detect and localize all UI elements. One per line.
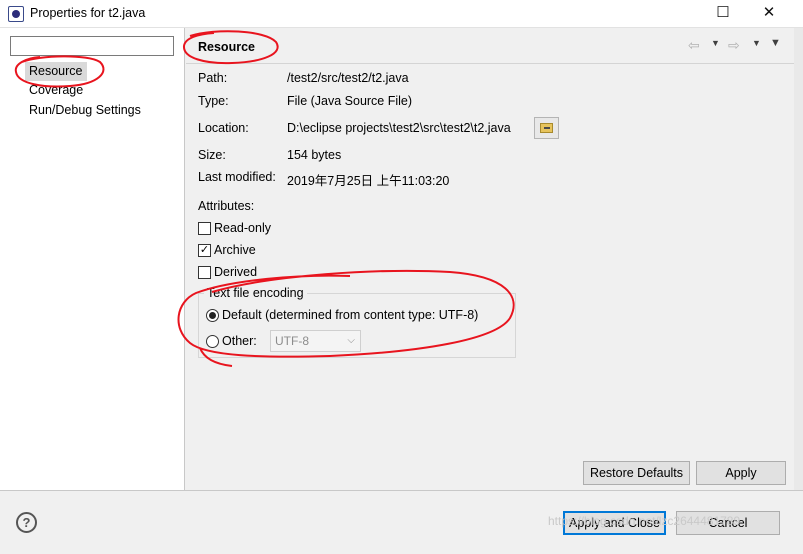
apply-button[interactable]: Apply [696,461,786,485]
read-only-checkbox[interactable] [198,222,211,235]
chevron-down-icon: ⌵ [347,335,355,346]
close-button[interactable]: ✕ [746,0,792,28]
forward-history-dropdown-icon[interactable]: ▼ [752,38,761,48]
location-label: Location: [198,121,249,135]
other-encoding-label[interactable]: Other: [222,334,257,348]
other-encoding-radio[interactable] [206,335,219,348]
read-only-label[interactable]: Read-only [214,221,271,235]
page-header: Resource ⇦ ▼ ⇨ ▼ ▼ [186,28,794,64]
type-label: Type: [198,94,229,108]
restore-defaults-button[interactable]: Restore Defaults [583,461,690,485]
page-title: Resource [198,40,255,54]
back-history-dropdown-icon[interactable]: ▼ [711,38,720,48]
tree-item-resource[interactable]: Resource [25,62,87,81]
location-value: D:\eclipse projects\test2\src\test2\t2.j… [287,121,511,135]
preference-tree-panel: Resource Coverage Run/Debug Settings [0,28,185,490]
encoding-select[interactable]: UTF-8 ⌵ [270,330,361,352]
open-folder-icon [540,123,553,133]
title-bar: Properties for t2.java ☐ ✕ [0,0,803,28]
path-value: /test2/src/test2/t2.java [287,71,409,85]
view-menu-icon[interactable]: ▼ [770,37,781,49]
attributes-heading: Attributes: [198,199,255,213]
last-modified-label: Last modified: [198,170,276,184]
path-label: Path: [198,71,228,85]
derived-checkbox[interactable] [198,266,211,279]
default-encoding-label[interactable]: Default (determined from content type: U… [222,308,478,322]
size-label: Size: [198,148,226,162]
maximize-button[interactable]: ☐ [700,0,746,28]
watermark-text: https://blog.csdn.net/lzc2644481789 [548,514,741,528]
back-arrow-icon[interactable]: ⇦ [688,37,700,54]
archive-label[interactable]: Archive [214,243,256,257]
encoding-select-value: UTF-8 [275,334,309,348]
right-edge-background [794,28,803,490]
derived-label[interactable]: Derived [214,265,257,279]
default-encoding-radio[interactable] [206,309,219,322]
resource-page: Resource ⇦ ▼ ⇨ ▼ ▼ Path: /test2/src/test… [186,28,794,490]
filter-input[interactable] [10,36,174,56]
show-in-system-explorer-button[interactable] [534,117,559,139]
tree-item-coverage[interactable]: Coverage [25,81,87,100]
archive-checkbox[interactable]: ✓ [198,244,211,257]
eclipse-app-icon [8,6,24,22]
window-title: Properties for t2.java [30,6,146,20]
help-icon[interactable]: ? [16,512,37,533]
last-modified-value: 2019年7月25日 上午11:03:20 [287,174,450,188]
tree-item-run-debug-settings[interactable]: Run/Debug Settings [25,101,145,120]
type-value: File (Java Source File) [287,94,413,108]
radio-selected-dot [209,312,216,319]
text-file-encoding-label: Text file encoding [204,286,307,300]
dialog-content: Resource Coverage Run/Debug Settings Res… [0,28,803,554]
size-value: 154 bytes [287,148,342,162]
forward-arrow-icon[interactable]: ⇨ [728,37,740,54]
